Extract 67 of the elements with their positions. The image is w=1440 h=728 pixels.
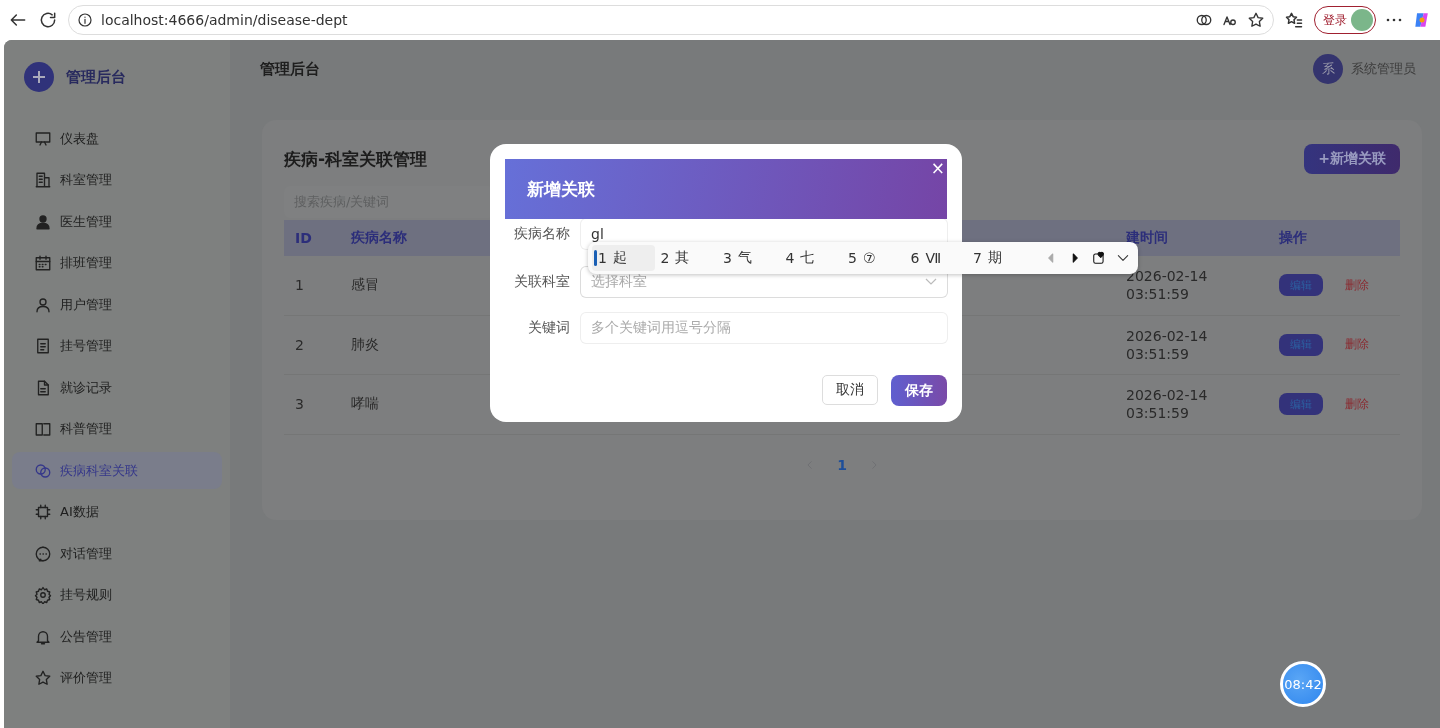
date-text: 2026-02-14	[1126, 327, 1208, 344]
time-text: 03:51:59	[1126, 286, 1189, 303]
page-title: 疾病-科室关联管理	[284, 147, 428, 171]
brand-title: 管理后台	[66, 67, 126, 87]
field-label: 关联科室	[513, 273, 570, 291]
sidebar-item[interactable]: 疾病科室关联	[12, 452, 222, 489]
plus-icon	[24, 62, 54, 92]
list-icon	[34, 337, 52, 355]
header-title: 管理后台	[260, 59, 320, 79]
column-header: ID	[284, 220, 340, 256]
chip-icon	[34, 503, 52, 521]
date-text: 2026-02-14	[1126, 268, 1208, 285]
sidebar-item[interactable]: 就诊记录	[12, 369, 222, 406]
delete-link[interactable]: 删除	[1345, 395, 1369, 413]
time-text: 03:51:59	[1126, 405, 1189, 422]
input-field[interactable]: 多个关键词用逗号分隔	[581, 313, 947, 343]
more-icon[interactable]	[1386, 18, 1402, 22]
column-header: 建时间	[1115, 220, 1268, 256]
favorites-icon	[1284, 10, 1304, 30]
caret-icon	[925, 278, 937, 286]
reload-icon[interactable]	[38, 10, 58, 30]
delete-link[interactable]: 删除	[1345, 276, 1369, 294]
monitor-icon	[34, 129, 52, 148]
table-cell: 2	[284, 315, 340, 375]
sidebar-item[interactable]: 对话管理	[12, 535, 222, 572]
person-icon	[34, 212, 52, 231]
candidate-item[interactable]: 1 起	[592, 245, 655, 271]
add-button[interactable]: +新增关联	[1304, 144, 1400, 174]
sidebar-item[interactable]: 医生管理	[12, 203, 222, 240]
date-text: 2026-02-14	[1126, 387, 1208, 404]
settings-icon	[34, 586, 52, 604]
sidebar-item[interactable]: 科室管理	[12, 161, 222, 199]
sidebar-item[interactable]: 公告管理	[12, 618, 222, 655]
sidebar-item[interactable]: 评价管理	[12, 659, 222, 697]
link-icon	[34, 461, 52, 480]
avatar-icon	[1351, 9, 1373, 31]
star-icon	[1247, 11, 1265, 29]
time-text: 03:51:59	[1126, 345, 1189, 362]
field-label: 疾病名称	[513, 225, 570, 243]
sidebar-item[interactable]: 用户管理	[12, 286, 222, 323]
star-icon	[34, 669, 52, 687]
sidebar-item[interactable]: AI数据	[12, 493, 222, 531]
sidebar-item[interactable]: 科普管理	[12, 410, 222, 448]
sidebar-item[interactable]: 挂号管理	[12, 327, 222, 365]
calendar-icon	[34, 254, 52, 272]
field-label: 关键词	[527, 319, 570, 337]
sticker-icon[interactable]	[1092, 251, 1106, 265]
chat-icon	[34, 544, 52, 563]
user-avatar: 系	[1313, 54, 1343, 84]
sidebar-item[interactable]: 挂号规则	[12, 576, 222, 614]
table-cell: 3	[284, 375, 340, 435]
address-bar[interactable]: localhost:4666/admin/disease-dept	[68, 5, 1274, 35]
dialog-title: 新增关联	[527, 177, 595, 201]
table-cell: 1	[284, 256, 340, 316]
delete-link[interactable]: 删除	[1345, 336, 1369, 354]
sidebar-item[interactable]: 排班管理	[12, 244, 222, 282]
sidebar-item[interactable]: 仪表盘	[12, 120, 222, 157]
column-header: 操作	[1268, 220, 1400, 256]
close-button[interactable]: ×	[930, 159, 945, 177]
save-button[interactable]: 保存	[891, 375, 947, 406]
sign-in-button[interactable]: 登录	[1314, 6, 1376, 34]
building-icon	[34, 171, 52, 189]
user-icon	[34, 295, 52, 314]
user-name: 系统管理员	[1351, 60, 1416, 78]
info-icon	[77, 12, 93, 28]
cancel-button[interactable]: 取消	[822, 375, 878, 405]
book-icon	[34, 420, 52, 438]
